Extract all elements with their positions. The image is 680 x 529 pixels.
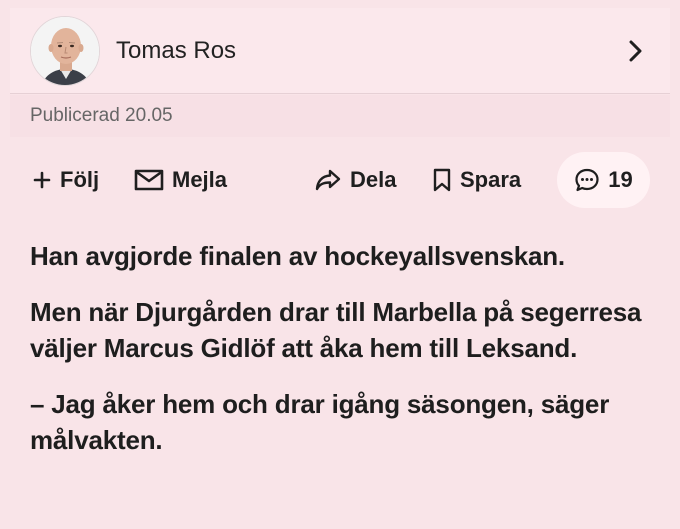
chevron-right-icon[interactable]	[626, 38, 646, 64]
article-paragraph: Men när Djurgården drar till Marbella på…	[30, 297, 642, 363]
follow-button[interactable]: Följ	[32, 162, 99, 198]
share-label: Dela	[350, 167, 397, 192]
comment-bubble-icon	[575, 168, 599, 192]
bookmark-icon	[433, 168, 451, 192]
mail-label: Mejla	[172, 167, 228, 192]
share-arrow-icon	[315, 169, 341, 191]
article-page: Tomas Ros Publicerad 20.05 Följ Mejla De…	[0, 0, 680, 529]
mail-icon	[134, 169, 164, 191]
save-button[interactable]: Spara	[432, 162, 521, 198]
mail-button[interactable]: Mejla	[134, 162, 227, 198]
published-row: Publicerad 20.05	[10, 95, 670, 137]
action-bar: Följ Mejla Dela Spara 19	[0, 150, 680, 212]
published-date: Publicerad 20.05	[30, 105, 173, 126]
article-paragraph: – Jag åker hem och drar igång säsongen, …	[30, 389, 610, 455]
comment-count: 19	[608, 167, 633, 192]
article-lead: Han avgjorde finalen av hockeyallsvenska…	[30, 241, 565, 271]
share-button[interactable]: Dela	[314, 162, 396, 198]
author-name[interactable]: Tomas Ros	[116, 37, 236, 65]
plus-icon	[33, 171, 51, 189]
save-label: Spara	[460, 167, 522, 192]
author-card[interactable]: Tomas Ros	[10, 8, 670, 94]
author-avatar[interactable]	[30, 16, 100, 86]
comments-button[interactable]: 19	[557, 152, 650, 208]
author-photo-icon	[31, 17, 99, 85]
article-body: Han avgjorde finalen av hockeyallsvenska…	[30, 238, 655, 478]
follow-label: Följ	[60, 167, 100, 192]
